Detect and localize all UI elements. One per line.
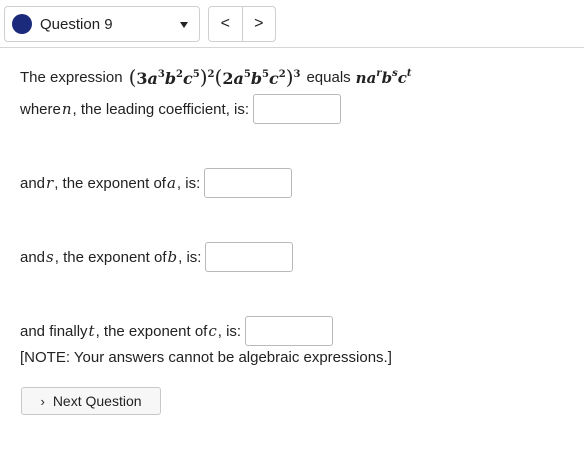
- row-text: , is:: [178, 248, 202, 266]
- answer-t-input[interactable]: [245, 316, 334, 346]
- math-expression: (3a3b2c5)2(2a5b5c2)3: [128, 65, 301, 89]
- answer-n-input[interactable]: [253, 94, 342, 124]
- row-text: where: [20, 100, 61, 118]
- coefficient-row: where n , the leading coefficient, is:: [20, 94, 342, 124]
- row-text: , is:: [217, 322, 242, 340]
- caret-down-icon: [180, 22, 188, 28]
- var-b: b: [167, 248, 178, 266]
- question-status-dot: [12, 14, 32, 34]
- result-form: narbsct: [355, 67, 412, 87]
- row-text: , the exponent of: [54, 174, 166, 192]
- row-text: and: [20, 248, 46, 266]
- question-nav-bar: Question 9 < >: [0, 0, 584, 48]
- exponent-b-row: and s , the exponent of b , is:: [20, 242, 294, 272]
- row-text: , is:: [176, 174, 201, 192]
- previous-question-button[interactable]: <: [209, 7, 242, 41]
- row-text: and: [20, 174, 46, 192]
- row-text: , the leading coefficient, is:: [72, 100, 250, 118]
- chevron-left-icon: <: [220, 15, 230, 32]
- answer-r-input[interactable]: [204, 168, 293, 198]
- intro-text: The expression: [20, 68, 123, 86]
- var-s: s: [46, 248, 54, 266]
- row-text: , the exponent of: [95, 322, 208, 340]
- question-selector-label: Question 9: [40, 15, 113, 33]
- var-c: c: [208, 322, 217, 340]
- var-r: r: [46, 174, 54, 192]
- question-selector[interactable]: Question 9: [4, 6, 200, 42]
- var-a: a: [166, 174, 176, 192]
- question-pager: < >: [208, 6, 276, 42]
- exponent-a-row: and r , the exponent of a , is:: [20, 168, 293, 198]
- next-question-label: Next Question: [52, 393, 142, 409]
- equals-text: equals: [306, 68, 351, 86]
- next-question-arrow-button[interactable]: >: [241, 7, 276, 41]
- row-text: , the exponent of: [54, 248, 167, 266]
- note-text: [NOTE: Your answers cannot be algebraic …: [20, 349, 392, 366]
- question-statement: The expression (3a3b2c5)2(2a5b5c2)3 equa…: [20, 62, 411, 92]
- var-n: n: [61, 100, 72, 118]
- row-text: and finally: [20, 322, 88, 340]
- answer-s-input[interactable]: [205, 242, 294, 272]
- next-question-button[interactable]: › Next Question: [21, 387, 161, 415]
- var-t: t: [88, 322, 95, 340]
- chevron-right-icon: >: [254, 15, 264, 32]
- exponent-c-row: and finally t , the exponent of c , is:: [20, 316, 334, 346]
- chevron-right-icon: ›: [40, 393, 45, 409]
